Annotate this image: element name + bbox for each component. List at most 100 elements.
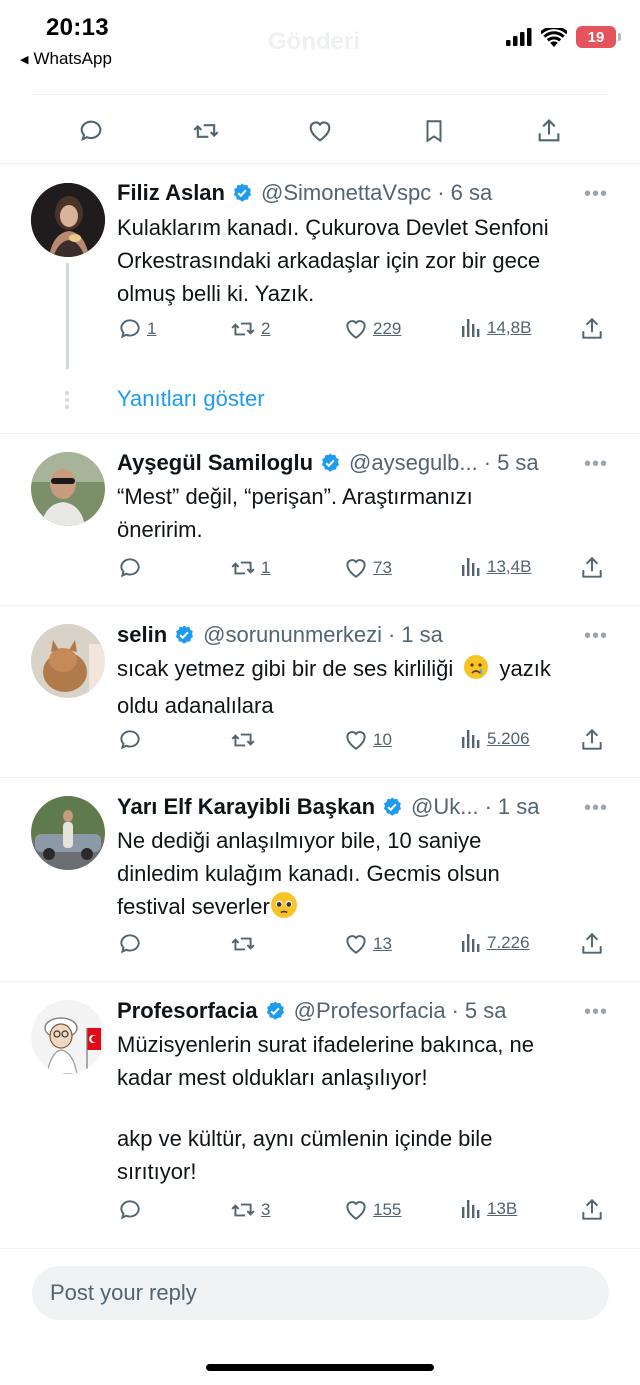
tweet-time[interactable]: 5 sa	[465, 998, 507, 1024]
like-button[interactable]: 10	[343, 727, 392, 753]
views-button[interactable]: 14,8B	[459, 316, 531, 340]
reply-count: 1	[147, 319, 157, 338]
share-button[interactable]	[579, 931, 605, 957]
verified-badge-icon	[381, 796, 403, 818]
repost-icon	[231, 1203, 255, 1217]
repost-button[interactable]: 3	[229, 1197, 270, 1223]
views-button[interactable]: 13,4B	[459, 555, 531, 579]
verified-badge-icon	[231, 182, 253, 204]
share-button[interactable]	[579, 555, 605, 581]
author-handle[interactable]: @sorununmerkezi	[203, 622, 382, 648]
tweet-time[interactable]: 1 sa	[498, 794, 540, 820]
views-button[interactable]: 13B	[459, 1197, 517, 1221]
tweet-actions: 1 2 229 14,8B	[117, 316, 607, 350]
tweet-time[interactable]: 1 sa	[401, 622, 443, 648]
text-line: festival severler	[117, 890, 614, 928]
like-count: 13	[373, 934, 392, 953]
tweet-time[interactable]: 5 sa	[497, 450, 539, 476]
main-tweet-actions	[0, 108, 640, 154]
reply-button[interactable]: 1	[117, 316, 156, 342]
verified-badge-icon	[264, 1000, 286, 1022]
avatar[interactable]	[31, 1000, 105, 1074]
tweet-header: Profesorfacia @Profesorfacia · 5 sa	[117, 998, 610, 1024]
back-triangle-icon: ◀	[20, 53, 29, 66]
more-options-icon[interactable]: •••	[584, 1001, 608, 1024]
text-line: sıcak yetmez gibi bir de ses kirliliği y…	[117, 652, 614, 689]
reply-tweet[interactable]: Filiz Aslan @SimonettaVspc · 6 sa ••• Ku…	[0, 163, 640, 433]
author-name[interactable]: Ayşegül Samiloglu	[117, 450, 313, 476]
like-icon[interactable]	[303, 114, 337, 148]
repost-button[interactable]: 2	[229, 316, 270, 342]
views-icon	[462, 558, 480, 576]
repost-button[interactable]: 1	[229, 555, 270, 581]
repost-count: 2	[261, 319, 271, 338]
reply-tweet[interactable]: selin @sorununmerkezi · 1 sa ••• sıcak y…	[0, 606, 640, 777]
like-button[interactable]: 13	[343, 931, 392, 957]
text-line: “Mest” değil, “perişan”. Araştırmanızı	[117, 484, 473, 509]
reply-button[interactable]	[117, 931, 147, 957]
tweet-time[interactable]: 6 sa	[451, 180, 493, 206]
separator-dot: ·	[484, 794, 492, 819]
more-options-icon[interactable]: •••	[584, 453, 608, 476]
reply-tweet[interactable]: Yarı Elf Karayibli Başkan @Uk... · 1 sa …	[0, 778, 640, 981]
reply-icon	[120, 934, 140, 954]
reply-tweet[interactable]: Ayşegül Samiloglu @aysegulb... · 5 sa ••…	[0, 434, 640, 605]
views-icon	[462, 1200, 480, 1218]
tweet-text: Ne dediği anlaşılmıyor bile, 10 saniye d…	[117, 824, 614, 928]
repost-count: 3	[261, 1200, 271, 1219]
show-replies-link[interactable]: Yanıtları göster	[117, 386, 265, 412]
like-icon	[346, 1201, 366, 1220]
reply-icon	[120, 730, 140, 750]
back-to-app-button[interactable]: ◀ WhatsApp	[20, 49, 112, 69]
author-name[interactable]: Filiz Aslan	[117, 180, 225, 206]
reply-input[interactable]: Post your reply	[32, 1266, 609, 1320]
thread-line	[66, 263, 69, 369]
text-line: Kulaklarım kanadı. Çukurova Devlet Senfo…	[117, 215, 549, 240]
divider	[32, 94, 608, 95]
bookmark-icon[interactable]	[417, 114, 451, 148]
views-count: 13B	[487, 1199, 518, 1218]
author-handle[interactable]: @SimonettaVspc	[261, 180, 431, 206]
author-handle[interactable]: @aysegulb...	[349, 450, 478, 476]
author-name[interactable]: Yarı Elf Karayibli Başkan	[117, 794, 375, 820]
avatar[interactable]	[31, 624, 105, 698]
home-indicator[interactable]	[206, 1364, 434, 1371]
tweet-text: sıcak yetmez gibi bir de ses kirliliği y…	[117, 652, 614, 722]
more-options-icon[interactable]: •••	[584, 625, 608, 648]
like-button[interactable]: 73	[343, 555, 392, 581]
text-line: sırıtıyor!	[117, 1159, 197, 1184]
more-options-icon[interactable]: •••	[584, 183, 608, 206]
share-icon[interactable]	[532, 114, 566, 148]
author-name[interactable]: selin	[117, 622, 167, 648]
repost-count: 1	[261, 558, 271, 577]
share-button[interactable]	[579, 727, 605, 753]
share-button[interactable]	[579, 316, 605, 342]
repost-button[interactable]	[229, 727, 261, 753]
repost-button[interactable]	[229, 931, 261, 957]
reply-tweet[interactable]: Profesorfacia @Profesorfacia · 5 sa ••• …	[0, 982, 640, 1247]
like-count: 73	[373, 558, 392, 577]
views-count: 14,8B	[487, 318, 532, 337]
views-button[interactable]: 5.206	[459, 727, 530, 751]
repost-icon[interactable]	[189, 114, 223, 148]
more-options-icon[interactable]: •••	[584, 797, 608, 820]
repost-icon	[231, 733, 255, 747]
like-button[interactable]: 229	[343, 316, 401, 342]
like-button[interactable]: 155	[343, 1197, 401, 1223]
author-handle[interactable]: @Uk...	[411, 794, 479, 820]
reply-button[interactable]	[117, 727, 147, 753]
avatar[interactable]	[31, 183, 105, 257]
reply-button[interactable]	[117, 555, 147, 581]
views-button[interactable]: 7.226	[459, 931, 530, 955]
share-button[interactable]	[579, 1197, 605, 1223]
share-icon	[582, 728, 602, 750]
reply-button[interactable]	[117, 1197, 147, 1223]
reply-icon[interactable]	[74, 114, 108, 148]
author-handle[interactable]: @Profesorfacia	[294, 998, 446, 1024]
avatar[interactable]	[31, 452, 105, 526]
author-name[interactable]: Profesorfacia	[117, 998, 258, 1024]
views-count: 5.206	[487, 729, 530, 748]
crying-face-emoji-icon	[463, 654, 489, 689]
avatar[interactable]	[31, 796, 105, 870]
text-line: Orkestrasındaki arkadaşlar için zor bir …	[117, 248, 541, 273]
